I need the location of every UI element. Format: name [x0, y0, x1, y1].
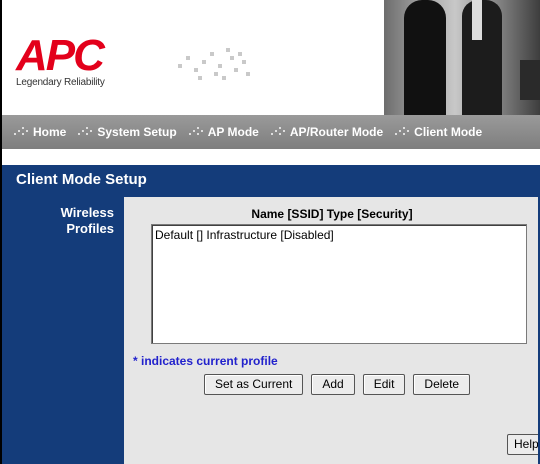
- decorative-dots: [178, 48, 258, 84]
- section-label-line2: Profiles: [66, 221, 114, 236]
- nav-dots-icon: [188, 127, 205, 137]
- page-frame: APC Legendary Reliability Home System Se…: [0, 0, 540, 464]
- nav-item-label: AP/Router Mode: [289, 125, 384, 139]
- header: APC Legendary Reliability: [2, 0, 540, 115]
- nav-dots-icon: [78, 127, 94, 137]
- section-label-line1: Wireless: [60, 205, 114, 220]
- sidebar: Wireless Profiles: [2, 197, 124, 464]
- profiles-listbox[interactable]: Default [] Infrastructure [Disabled]: [151, 224, 527, 344]
- apc-logo: APC Legendary Reliability: [16, 31, 105, 89]
- profiles-panel: Name [SSID] Type [Security] Default [] I…: [124, 197, 540, 464]
- person-silhouette: [404, 0, 446, 115]
- nav-item-label: AP Mode: [207, 125, 259, 139]
- nav-item-label: Client Mode: [414, 125, 483, 139]
- nav-dots-icon: [395, 127, 411, 137]
- page-title: Client Mode Setup: [16, 171, 147, 188]
- current-profile-note: * indicates current profile: [133, 354, 278, 368]
- header-photo: [384, 0, 540, 115]
- help-button[interactable]: Help: [507, 434, 540, 455]
- nav-item-ap-router-mode[interactable]: AP/Router Mode: [270, 125, 384, 139]
- profile-actions: Set as Current Add Edit Delete: [204, 374, 478, 395]
- briefcase: [520, 60, 540, 100]
- section-label: Wireless Profiles: [61, 205, 114, 237]
- nav-item-ap-mode[interactable]: AP Mode: [188, 125, 259, 139]
- nav-item-label: System Setup: [97, 125, 177, 139]
- nav-dots-icon: [270, 127, 287, 137]
- nav-dots-icon: [14, 127, 30, 137]
- tagline: Legendary Reliability: [16, 77, 105, 88]
- person-silhouette: [462, 0, 502, 115]
- nav-item-label: Home: [33, 125, 67, 139]
- add-button[interactable]: Add: [311, 374, 355, 395]
- nav-item-home[interactable]: Home: [14, 125, 66, 139]
- edit-button[interactable]: Edit: [362, 374, 406, 395]
- delete-button[interactable]: Delete: [413, 374, 471, 395]
- nav-item-client-mode[interactable]: Client Mode: [395, 125, 482, 139]
- page-title-bar: Client Mode Setup: [2, 165, 540, 197]
- set-as-current-button[interactable]: Set as Current: [204, 374, 304, 395]
- nav-item-system-setup[interactable]: System Setup: [78, 125, 177, 139]
- logo-text: APC: [16, 31, 105, 80]
- profiles-column-header: Name [SSID] Type [Security]: [251, 207, 413, 221]
- top-nav: Home System Setup AP Mode AP/Router Mode…: [2, 115, 540, 149]
- list-item[interactable]: Default [] Infrastructure [Disabled]: [152, 225, 526, 242]
